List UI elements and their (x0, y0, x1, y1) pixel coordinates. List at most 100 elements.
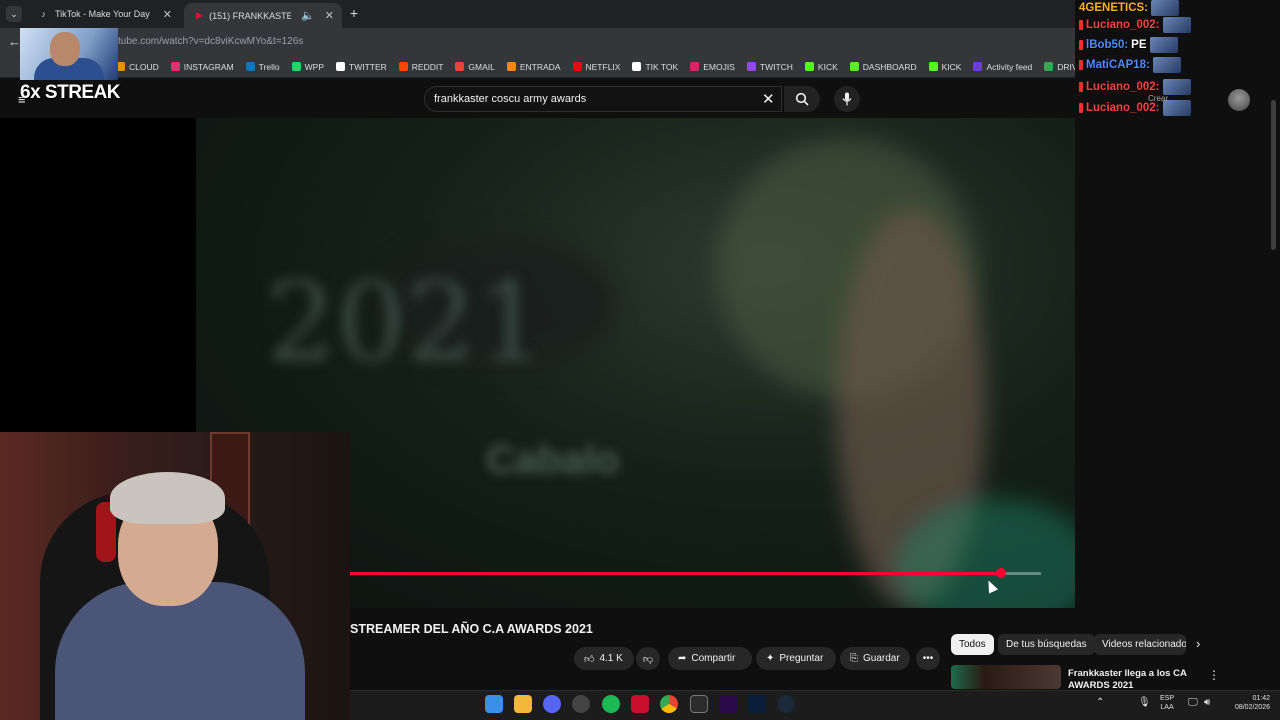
photoshop-icon[interactable] (748, 695, 766, 713)
voice-search-button[interactable] (834, 86, 860, 112)
bookmark-item[interactable]: KICK (804, 61, 838, 72)
chat-message: MatiCAP18: (1079, 57, 1181, 73)
speaker-icon[interactable]: 🔈 (301, 9, 315, 22)
bookmark-item[interactable]: NETFLIX (572, 61, 621, 72)
webcam-feed (0, 432, 350, 720)
chevron-right-icon[interactable]: › (1196, 636, 1200, 651)
new-tab-button[interactable]: + (346, 5, 362, 21)
bookmark-label: DASHBOARD (862, 61, 917, 72)
tab-youtube[interactable]: ▶ (151) FRANKKASTER RECIBE 🔈 ✕ (184, 3, 342, 28)
bookmark-item[interactable]: TIK TOK (632, 62, 678, 72)
network-icon[interactable]: 🖵︎ (1188, 697, 1198, 708)
more-icon: ••• (922, 653, 934, 664)
bookmark-item[interactable]: CLOUD (116, 62, 159, 72)
bookmark-label: KICK (817, 61, 838, 72)
chat-emote-icon (1162, 17, 1191, 33)
bookmark-label: TIK TOK (645, 61, 679, 72)
bookmark-favicon-icon (455, 62, 465, 71)
streak-overlay: 6x STREAK (20, 82, 121, 103)
app-icon[interactable] (690, 695, 708, 713)
bookmark-item[interactable]: REDDIT (398, 61, 444, 72)
ask-button[interactable]: ✦ Preguntar (756, 647, 836, 670)
microphone-icon[interactable]: 🎙︎ (1138, 697, 1151, 708)
volume-icon[interactable]: 🔊︎ (1204, 697, 1210, 708)
bookmark-favicon-icon (928, 62, 938, 71)
chat-badge-icon (1079, 20, 1083, 30)
chip-related[interactable]: Videos relacionados (1094, 634, 1186, 655)
premiere-icon[interactable] (719, 695, 737, 713)
bookmark-label: REDDIT (411, 61, 444, 72)
bookmark-item[interactable]: WPP (291, 61, 324, 72)
steam-icon[interactable] (777, 695, 795, 713)
url-field[interactable]: tube.com/watch?v=dc8viKcwMYo&t=126s (118, 36, 303, 47)
microphone-icon (842, 92, 852, 106)
page-scrollbar[interactable] (1271, 100, 1276, 250)
bookmark-item[interactable]: KICK (928, 62, 961, 72)
more-actions-button[interactable]: ••• (916, 647, 940, 670)
ask-label: Preguntar (779, 653, 824, 664)
bookmark-item[interactable]: GMAIL (455, 62, 495, 72)
search-button[interactable] (784, 86, 820, 112)
bookmark-favicon-icon (849, 62, 859, 71)
chat-username: Luciano_002: (1086, 102, 1160, 114)
windows-start-icon[interactable] (485, 695, 503, 713)
obs-icon[interactable] (572, 695, 590, 713)
chat-emote-icon (1149, 37, 1178, 53)
thumbs-down-icon: 👎︎ (642, 653, 654, 665)
chat-username: 4GENETICS: (1079, 2, 1149, 14)
tiktok-icon: ♪ (41, 9, 46, 19)
thumbs-up-icon: 👍︎ (584, 653, 595, 665)
tab-tiktok[interactable]: ♪ TikTok - Make Your Day ✕ (26, 0, 180, 28)
video-year-text: 2021 (266, 258, 546, 386)
like-button[interactable]: 👍︎ 4.1 K (574, 647, 634, 670)
bookmark-favicon-icon (336, 62, 345, 71)
app-icon[interactable] (631, 695, 649, 713)
bookmark-label: WPP (304, 61, 324, 72)
language-indicator[interactable]: ESP LAA (1160, 694, 1174, 712)
bookmark-item[interactable]: TWITTER (336, 62, 387, 72)
bookmark-item[interactable]: DASHBOARD (849, 61, 917, 72)
share-button[interactable]: ➦ Compartir (668, 647, 752, 670)
dislike-button[interactable]: 👎︎ (636, 647, 660, 670)
spotify-icon[interactable] (602, 695, 620, 713)
bookmark-label: NETFLIX (585, 61, 621, 72)
kebab-menu-icon[interactable]: ⋮ (1208, 668, 1220, 682)
chrome-icon[interactable] (660, 695, 678, 713)
progress-bar[interactable] (350, 568, 1041, 578)
bookmark-favicon-icon (632, 62, 642, 71)
discord-icon[interactable] (543, 695, 561, 713)
share-arrow-icon: ➦ (678, 653, 687, 664)
bookmark-item[interactable]: ENTRADA (506, 62, 561, 72)
recommendation-thumbnail[interactable] (951, 665, 1061, 689)
bookmark-item[interactable]: TWITCH (746, 62, 793, 72)
chevron-up-icon[interactable]: ⌃ (1096, 697, 1104, 708)
clock[interactable]: 01:42 08/02/2026 (1224, 694, 1270, 712)
bookmark-item[interactable]: INSTAGRAM (170, 61, 234, 72)
screen: ⌄ ♪ TikTok - Make Your Day ✕ ▶ (151) FRA… (0, 0, 1280, 720)
save-button[interactable]: ⎘ Guardar (840, 647, 910, 670)
close-tab-icon[interactable]: ✕ (163, 8, 172, 21)
chat-message: Luciano_002: (1079, 79, 1191, 95)
bookmark-icon: ⎘ (850, 653, 858, 664)
create-button[interactable]: Crear (1148, 94, 1168, 103)
chat-username: MatiCAP18: (1086, 59, 1150, 71)
chat-badge-icon (1079, 60, 1083, 70)
recommendation-title[interactable]: Frankkaster llega a los CA AWARDS 2021 (1068, 668, 1198, 692)
close-tab-icon[interactable]: ✕ (325, 9, 334, 22)
bookmark-item[interactable]: Trello (245, 62, 280, 72)
share-label: Compartir (691, 653, 736, 664)
chip-from-searches[interactable]: De tus búsquedas (998, 634, 1095, 655)
sparkle-icon: ✦ (766, 653, 775, 664)
bookmark-item[interactable]: Activity feed (973, 62, 1032, 72)
search-query[interactable]: frankkaster coscu army awards (434, 93, 586, 105)
chip-all[interactable]: Todos (951, 634, 994, 655)
clear-search-icon[interactable]: ✕ (762, 90, 775, 108)
progress-scrubber[interactable] (995, 568, 1006, 578)
chat-username: Luciano_002: (1086, 81, 1160, 93)
avatar[interactable] (1228, 89, 1250, 111)
file-explorer-icon[interactable] (514, 695, 532, 713)
bookmark-label: INSTAGRAM (183, 61, 234, 72)
tab-search-button[interactable]: ⌄ (6, 6, 22, 22)
bookmark-item[interactable]: EMOJIS (690, 62, 735, 72)
bookmark-favicon-icon (690, 62, 700, 71)
